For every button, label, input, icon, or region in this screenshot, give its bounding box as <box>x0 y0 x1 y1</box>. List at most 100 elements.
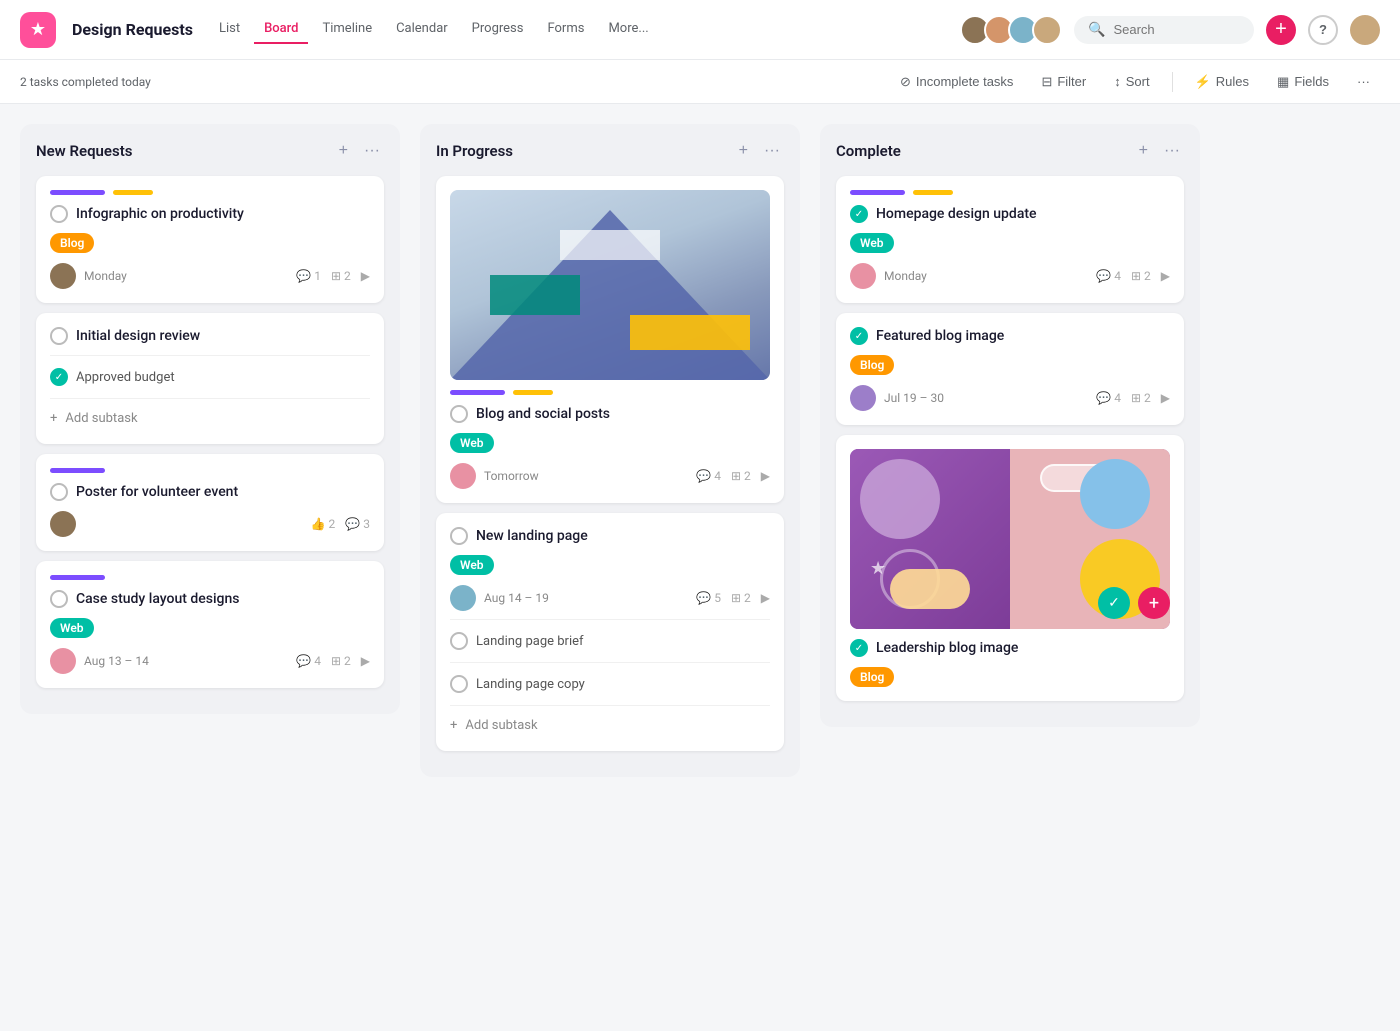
card-badge-web[interactable]: Web <box>450 433 494 453</box>
nav-tab-forms[interactable]: Forms <box>537 15 594 44</box>
tag-purple <box>50 575 105 580</box>
card-footer: Aug 13 – 14 💬 4 ⊞ 2 ▶ <box>50 648 370 674</box>
rules-button[interactable]: ⚡ Rules <box>1185 69 1259 95</box>
abs-circle1 <box>860 459 940 539</box>
subtask-label: Approved budget <box>76 370 175 385</box>
nav-tab-list[interactable]: List <box>209 15 250 44</box>
search-box[interactable]: 🔍 <box>1074 16 1254 44</box>
tag-yellow <box>513 390 553 395</box>
fields-label: Fields <box>1294 74 1329 89</box>
card-badge-web[interactable]: Web <box>850 233 894 253</box>
comment-icon: 💬 <box>296 269 311 283</box>
search-input[interactable] <box>1113 22 1240 37</box>
card-footer: Tomorrow 💬 4 ⊞ 2 ▶ <box>450 463 770 489</box>
card-footer: 👍 2 💬 3 <box>50 511 370 537</box>
header-right: 🔍 + ? <box>960 15 1380 45</box>
arrow-icon[interactable]: ▶ <box>1161 269 1170 283</box>
nav-tab-progress[interactable]: Progress <box>462 15 534 44</box>
rules-icon: ⚡ <box>1195 74 1211 90</box>
card-badge-web[interactable]: Web <box>50 618 94 638</box>
card-tags <box>450 390 770 395</box>
arrow-icon[interactable]: ▶ <box>1161 391 1170 405</box>
help-button[interactable]: ? <box>1308 15 1338 45</box>
column-title-new-requests: New Requests <box>36 142 335 160</box>
arrow-icon[interactable]: ▶ <box>761 591 770 605</box>
add-button[interactable]: + <box>1266 15 1296 45</box>
card-image-mountain <box>450 190 770 380</box>
tag-purple <box>850 190 905 195</box>
comment-count: 💬 4 <box>1096 391 1121 405</box>
subtask-count: ⊞ 2 <box>731 591 751 605</box>
card-landing-page: New landing page Web Aug 14 – 19 💬 5 ⊞ 2… <box>436 513 784 751</box>
nav-tab-more[interactable]: More... <box>598 15 658 44</box>
card-title-landing-page: New landing page <box>450 527 770 545</box>
column-actions: + ··· <box>1135 140 1184 162</box>
card-date: Jul 19 – 30 <box>884 391 1088 405</box>
column-in-progress: In Progress + ··· Blog <box>420 124 800 777</box>
divider <box>450 662 770 663</box>
divider <box>450 705 770 706</box>
card-footer: Jul 19 – 30 💬 4 ⊞ 2 ▶ <box>850 385 1170 411</box>
abstract-image: ★ ✓ + <box>850 449 1170 629</box>
abs-plus-icon: + <box>1138 587 1170 619</box>
card-title-text: New landing page <box>476 528 588 544</box>
card-badge-blog[interactable]: Blog <box>850 667 894 687</box>
check-icon <box>450 675 468 693</box>
comment-count: 💬 5 <box>696 591 721 605</box>
add-subtask-button[interactable]: + Add subtask <box>450 714 770 737</box>
abstract-right: ✓ + <box>1010 449 1170 629</box>
filter-button[interactable]: ⊟ Filter <box>1031 69 1096 95</box>
incomplete-tasks-button[interactable]: ⊘ Incomplete tasks <box>890 69 1023 95</box>
check-icon <box>50 327 68 345</box>
tag-yellow <box>913 190 953 195</box>
fields-button[interactable]: ▦ Fields <box>1267 69 1339 95</box>
card-title-text: Infographic on productivity <box>76 206 244 222</box>
more-column-button-complete[interactable]: ··· <box>1160 140 1184 162</box>
subtask-count: ⊞ 2 <box>731 469 751 483</box>
card-badge-blog[interactable]: Blog <box>50 233 94 253</box>
card-badge-web[interactable]: Web <box>450 555 494 575</box>
add-card-button-in-progress[interactable]: + <box>735 140 752 162</box>
nav-tab-timeline[interactable]: Timeline <box>312 15 382 44</box>
column-header-in-progress: In Progress + ··· <box>436 140 784 162</box>
arrow-icon[interactable]: ▶ <box>361 654 370 668</box>
card-avatar <box>450 463 476 489</box>
check-icon <box>50 590 68 608</box>
card-title-homepage: ✓ Homepage design update <box>850 205 1170 223</box>
add-card-button-complete[interactable]: + <box>1135 140 1152 162</box>
add-card-button-new-requests[interactable]: + <box>335 140 352 162</box>
app-header: ★ Design Requests List Board Timeline Ca… <box>0 0 1400 60</box>
subtask-label: Landing page brief <box>476 634 584 649</box>
card-badge-blog[interactable]: Blog <box>850 355 894 375</box>
card-title-featured-blog: ✓ Featured blog image <box>850 327 1170 345</box>
card-case-study: Case study layout designs Web Aug 13 – 1… <box>36 561 384 688</box>
check-icon <box>450 527 468 545</box>
add-subtask-label: Add subtask <box>465 718 537 733</box>
abs-circle3 <box>1080 459 1150 529</box>
more-column-button-new-requests[interactable]: ··· <box>360 140 384 162</box>
search-icon: 🔍 <box>1088 22 1105 38</box>
more-options-button[interactable]: ··· <box>1347 69 1380 94</box>
card-footer: Aug 14 – 19 💬 5 ⊞ 2 ▶ <box>450 585 770 611</box>
overlay-teal <box>490 275 580 315</box>
more-column-button-in-progress[interactable]: ··· <box>760 140 784 162</box>
column-actions: + ··· <box>335 140 384 162</box>
user-avatar[interactable] <box>1350 15 1380 45</box>
arrow-icon[interactable]: ▶ <box>361 269 370 283</box>
nav-tab-calendar[interactable]: Calendar <box>386 15 458 44</box>
add-subtask-button[interactable]: + Add subtask <box>50 407 370 430</box>
card-date: Aug 13 – 14 <box>84 654 288 668</box>
card-avatar <box>850 263 876 289</box>
column-complete: Complete + ··· ✓ Homepage design update … <box>820 124 1200 727</box>
add-subtask-label: Add subtask <box>65 411 137 426</box>
arrow-icon[interactable]: ▶ <box>761 469 770 483</box>
comment-count: 💬 4 <box>296 654 321 668</box>
card-tags <box>50 190 370 195</box>
column-new-requests: New Requests + ··· Infographic on produc… <box>20 124 400 714</box>
filter-icon: ⊟ <box>1041 74 1052 90</box>
overlay-white <box>560 230 660 260</box>
nav-tab-board[interactable]: Board <box>254 15 308 44</box>
card-date: Monday <box>884 269 1088 283</box>
abs-check-icon: ✓ <box>1098 587 1130 619</box>
sort-button[interactable]: ↕ Sort <box>1104 69 1159 94</box>
